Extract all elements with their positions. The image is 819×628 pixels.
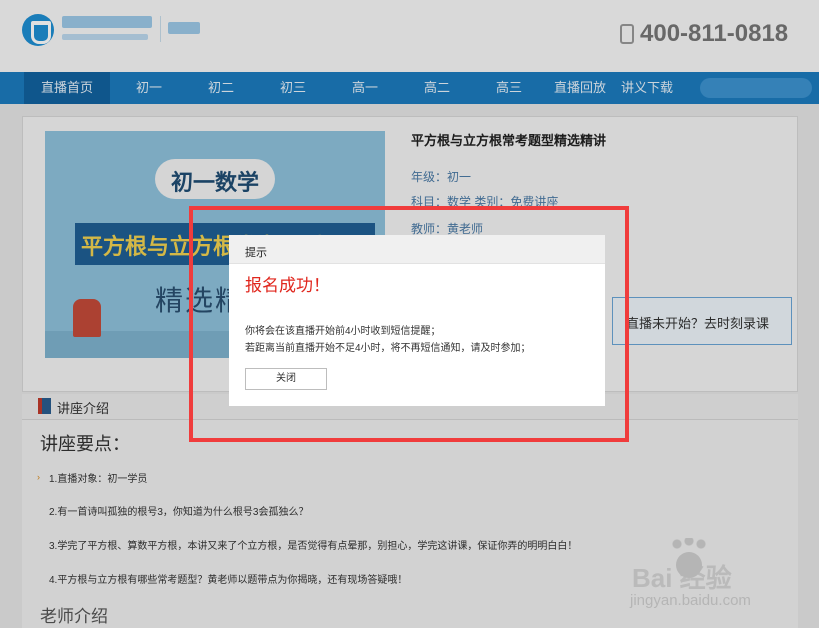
dialog-message-line: 你将会在该直播开始前4小时收到短信提醒；: [245, 326, 441, 337]
dialog-message-line: 若距离当前直播开始不足4小时，将不再短信通知，请及时参加；: [245, 343, 531, 354]
signup-success-dialog: 提示 报名成功！ 你将会在该直播开始前4小时收到短信提醒； 若距离当前直播开始不…: [229, 235, 605, 406]
dialog-success-message: 报名成功！: [245, 276, 330, 295]
dialog-title: 提示: [245, 247, 267, 259]
close-button[interactable]: 关闭: [245, 368, 327, 390]
dialog-header: [229, 235, 605, 264]
